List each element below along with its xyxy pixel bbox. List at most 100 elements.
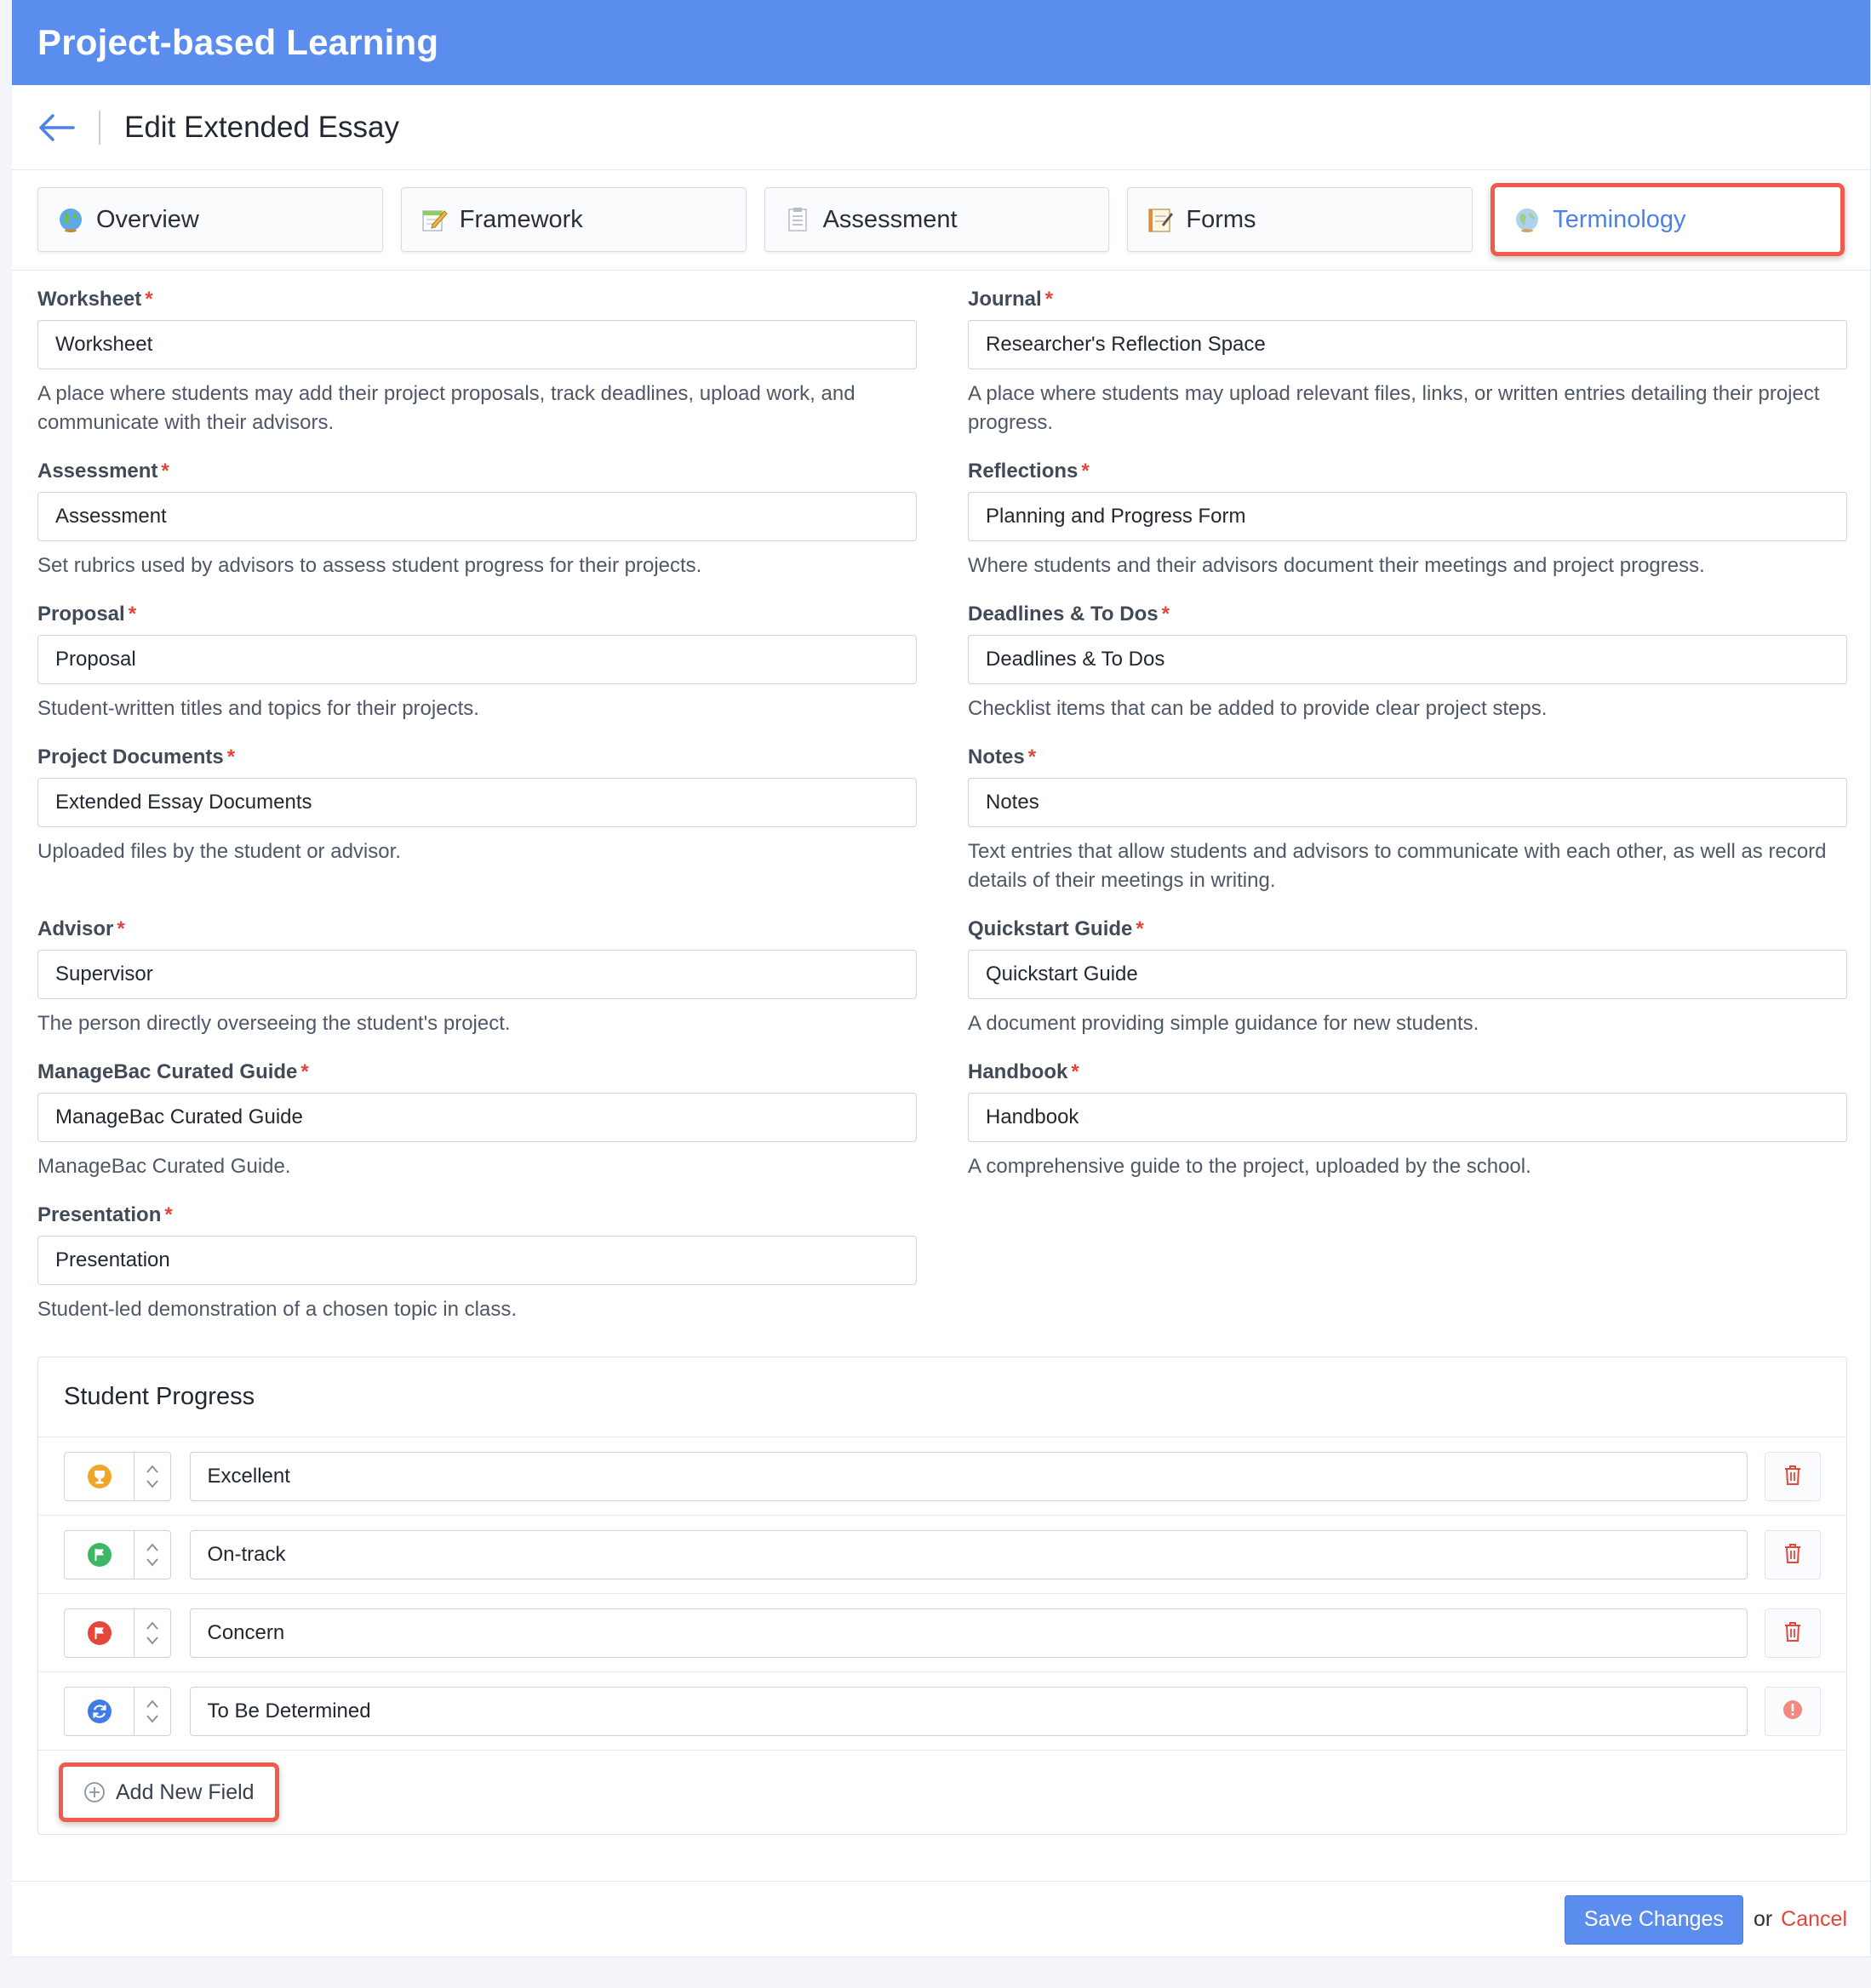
presentation-input[interactable] — [37, 1236, 917, 1285]
field-label: Reflections — [968, 460, 1079, 483]
progress-label-input[interactable] — [189, 1686, 1748, 1736]
tab-assessment[interactable]: Assessment — [764, 187, 1110, 252]
field-label: Worksheet — [37, 288, 142, 311]
save-changes-button[interactable]: Save Changes — [1564, 1894, 1743, 1945]
field-reflections: Reflections* Where students and their ad… — [968, 460, 1847, 580]
delete-button[interactable] — [1765, 1608, 1821, 1658]
flag-icon[interactable] — [65, 1530, 134, 1579]
chevron-up-down-icon[interactable] — [134, 1688, 170, 1735]
field-journal: Journal* A place where students may uplo… — [968, 288, 1847, 437]
progress-label-input[interactable] — [189, 1451, 1748, 1501]
trophy-icon[interactable] — [65, 1452, 134, 1500]
tab-label: Overview — [96, 205, 199, 233]
reflections-input[interactable] — [968, 492, 1847, 541]
assessment-input[interactable] — [37, 492, 917, 541]
icon-picker[interactable] — [64, 1529, 171, 1580]
field-help: A document providing simple guidance for… — [968, 1012, 1479, 1035]
proposal-input[interactable] — [37, 635, 917, 684]
add-new-field-label: Add New Field — [116, 1779, 255, 1804]
quickstart-guide-input[interactable] — [968, 950, 1847, 999]
clipboard-icon — [784, 206, 811, 233]
app-title: Project-based Learning — [37, 22, 439, 62]
field-assessment: Assessment* Set rubrics used by advisors… — [37, 460, 917, 580]
project-documents-input[interactable] — [37, 778, 917, 827]
progress-label-input[interactable] — [189, 1529, 1748, 1580]
field-help: Where students and their advisors docume… — [968, 554, 1705, 577]
flag-icon[interactable] — [65, 1608, 134, 1657]
field-quickstart-guide: Quickstart Guide* A document providing s… — [968, 917, 1847, 1038]
curated-guide-input[interactable] — [37, 1093, 917, 1142]
app-window: Project-based Learning Edit Extended Ess… — [12, 0, 1871, 1957]
required-marker: * — [1081, 460, 1090, 483]
page-title: Edit Extended Essay — [124, 110, 399, 144]
progress-row — [38, 1437, 1846, 1516]
tab-terminology[interactable]: Terminology — [1491, 183, 1845, 256]
cancel-link[interactable]: Cancel — [1781, 1907, 1847, 1932]
required-marker: * — [1136, 917, 1144, 940]
field-help: The person directly overseeing the stude… — [37, 1012, 511, 1035]
field-label: Notes — [968, 746, 1025, 768]
panel-title: Student Progress — [38, 1357, 1846, 1437]
field-help: Text entries that allow students and adv… — [968, 840, 1827, 892]
worksheet-input[interactable] — [37, 320, 917, 369]
tab-label: Framework — [459, 205, 583, 233]
header-divider — [99, 110, 100, 145]
field-curated-guide: ManageBac Curated Guide * ManageBac Curat… — [37, 1060, 917, 1181]
progress-label-input[interactable] — [189, 1608, 1748, 1658]
field-advisor: Advisor* The person directly overseeing … — [37, 917, 917, 1038]
back-arrow-icon[interactable] — [37, 112, 75, 143]
tab-forms[interactable]: Forms — [1127, 187, 1473, 252]
field-label: Deadlines & To Dos — [968, 603, 1159, 626]
field-help: A comprehensive guide to the project, up… — [968, 1155, 1531, 1178]
add-new-field-button[interactable]: Add New Field — [59, 1762, 279, 1822]
required-marker: * — [117, 917, 125, 940]
field-worksheet: Worksheet* A place where students may ad… — [37, 288, 917, 437]
tab-overview[interactable]: Overview — [37, 187, 383, 252]
chevron-up-down-icon[interactable] — [134, 1531, 170, 1579]
plus-circle-icon — [83, 1781, 106, 1803]
handbook-input[interactable] — [968, 1093, 1847, 1142]
field-deadlines: Deadlines & To Dos* Checklist items that… — [968, 603, 1847, 723]
icon-picker[interactable] — [64, 1608, 171, 1658]
panel-footer: Add New Field — [38, 1751, 1846, 1834]
refresh-icon[interactable] — [65, 1687, 134, 1735]
chevron-up-down-icon[interactable] — [134, 1609, 170, 1657]
field-label: Journal — [968, 288, 1042, 311]
chevron-up-down-icon[interactable] — [134, 1453, 170, 1500]
trash-icon — [1782, 1542, 1803, 1567]
top-bar: Project-based Learning — [12, 0, 1870, 85]
field-label: ManageBac Curated Guide — [37, 1060, 298, 1083]
tab-framework[interactable]: Framework — [400, 187, 747, 252]
info-button[interactable] — [1765, 1686, 1821, 1736]
student-progress-panel: Student Progress Excellent On-track Conc… — [37, 1357, 1847, 1835]
notes-input[interactable] — [968, 778, 1847, 827]
page-header: Edit Extended Essay — [12, 85, 1870, 170]
field-label: Project Documents — [37, 746, 224, 768]
field-proposal: Proposal* Student-written titles and top… — [37, 603, 917, 723]
form-footer: Save Changes or Cancel — [12, 1881, 1871, 1957]
field-project-documents: Project Documents* Uploaded files by the… — [37, 746, 917, 895]
field-help: Uploaded files by the student or advisor… — [37, 840, 401, 863]
delete-button[interactable] — [1765, 1529, 1821, 1580]
icon-picker[interactable] — [64, 1451, 171, 1501]
field-help: Student-led demonstration of a chosen to… — [37, 1298, 517, 1321]
field-help: A place where students may add their pro… — [37, 382, 855, 434]
required-marker: * — [1161, 603, 1170, 626]
required-marker: * — [145, 288, 153, 311]
required-marker: * — [164, 1203, 173, 1226]
field-label: Presentation — [37, 1203, 162, 1226]
deadlines-input[interactable] — [968, 635, 1847, 684]
field-label: Quickstart Guide — [968, 917, 1133, 940]
field-presentation: Presentation* Student-led demonstration … — [37, 1203, 917, 1324]
journal-input[interactable] — [968, 320, 1847, 369]
required-marker: * — [161, 460, 169, 483]
tab-label: Terminology — [1553, 205, 1686, 233]
globe-icon — [1513, 206, 1541, 233]
delete-button[interactable] — [1765, 1451, 1821, 1501]
icon-picker[interactable] — [64, 1686, 171, 1736]
field-help: Set rubrics used by advisors to assess s… — [37, 554, 702, 577]
advisor-input[interactable] — [37, 950, 917, 999]
tab-bar: Overview Framework Assessment Forms Term… — [12, 170, 1870, 271]
or-text: or — [1753, 1907, 1773, 1931]
tab-label: Forms — [1186, 205, 1256, 233]
